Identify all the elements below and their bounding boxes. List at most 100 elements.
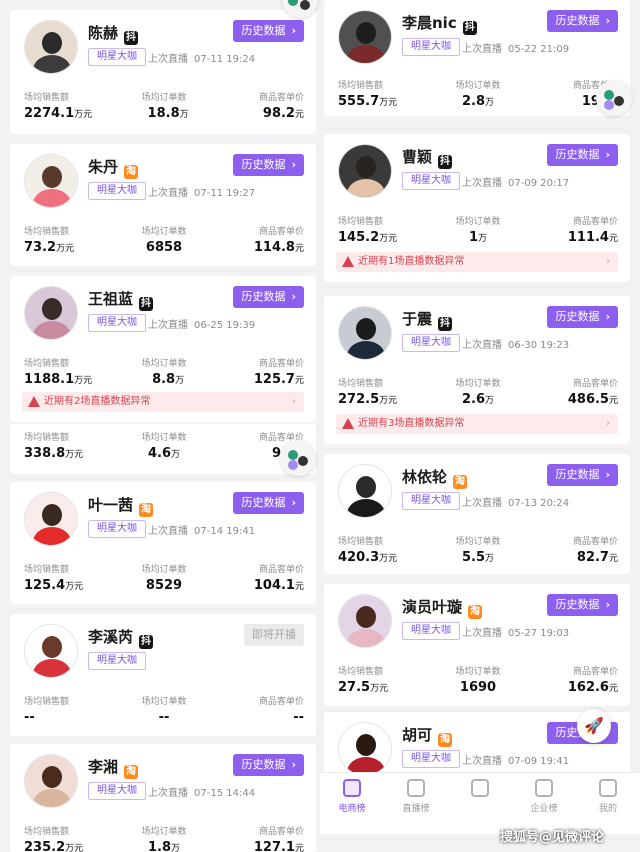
avg-price-number: 111.4 bbox=[567, 230, 609, 245]
category-badge: 明星大咖 bbox=[88, 182, 146, 200]
chevron-right-icon: › bbox=[605, 310, 610, 323]
streamer-card[interactable]: 林依轮淘明星大咖 上次直播 07-13 20:24 历史数据 › 场均销售额 场均订单数 商品… bbox=[324, 454, 630, 574]
stat-labels: 场均销售额 场均订单数 商品客单价 bbox=[338, 214, 618, 227]
avatar-head bbox=[42, 298, 62, 320]
button-label: 历史数据 bbox=[241, 24, 286, 37]
warning-text: 近期有3场直播数据异常 bbox=[358, 418, 465, 429]
avg-sales-unit: 万元 bbox=[65, 450, 84, 460]
rocket-icon[interactable]: 🚀 bbox=[577, 709, 611, 743]
floating-widget-icon[interactable] bbox=[280, 440, 316, 476]
stat-label: 商品客单价 bbox=[572, 667, 618, 677]
avg-price-unit: 元 bbox=[608, 396, 618, 406]
avg-orders-unit: 万 bbox=[485, 98, 495, 108]
streamer-card[interactable]: 李晨nic 抖明星大咖 上次直播 05-22 21:09 历史数据 › 场均销售额 场均订单数… bbox=[324, 0, 630, 116]
douyin-icon: 抖 bbox=[139, 635, 154, 649]
avatar bbox=[338, 594, 392, 648]
stat-values: 555.7万元2.8万197元 bbox=[338, 94, 618, 109]
last-live-label: 上次直播 bbox=[148, 188, 188, 199]
avg-orders-number: -- bbox=[158, 710, 170, 725]
nav-item-video[interactable] bbox=[448, 773, 512, 834]
history-data-button[interactable]: 历史数据 › bbox=[233, 154, 304, 176]
last-live-label: 上次直播 bbox=[462, 628, 502, 639]
avg-sales-number: 555.7 bbox=[338, 94, 380, 109]
history-data-button[interactable]: 历史数据 › bbox=[547, 464, 618, 486]
avg-price-number: 486.5 bbox=[567, 392, 609, 407]
avg-price-unit: 元 bbox=[608, 234, 618, 244]
last-live-value: 07-13 20:24 bbox=[508, 498, 570, 509]
avg-sales-unit: 万元 bbox=[379, 396, 398, 406]
last-live-value: 07-11 19:27 bbox=[194, 188, 256, 199]
avg-orders-unit: 万 bbox=[171, 844, 181, 852]
stat-labels: 场均销售额 场均订单数 商品客单价 bbox=[338, 376, 618, 389]
avg-sales-unit: 万元 bbox=[370, 684, 389, 694]
stat-label: 场均销售额 bbox=[24, 565, 70, 575]
history-data-button[interactable]: 历史数据 › bbox=[233, 492, 304, 514]
avg-orders-number: 6858 bbox=[145, 240, 183, 255]
streamer-card[interactable]: 王祖蓝抖明星大咖 上次直播 06-25 19:39 历史数据 › 场均销售额 场均订单数 商品… bbox=[10, 276, 316, 422]
floating-widget-icon[interactable] bbox=[596, 80, 632, 116]
nav-item-profile[interactable]: 我的 bbox=[576, 773, 640, 834]
user-icon bbox=[599, 779, 617, 797]
avg-price-number: 82.7 bbox=[576, 550, 609, 565]
streamer-card[interactable]: 于震抖明星大咖 上次直播 06-30 19:23 历史数据 › 场均销售额 场均订单数 商品客… bbox=[324, 296, 630, 444]
last-live-time: 上次直播 05-27 19:03 bbox=[462, 624, 569, 639]
category-badge: 明星大咖 bbox=[402, 172, 460, 190]
last-live-value: 05-27 19:03 bbox=[508, 628, 570, 639]
nav-item-enterprise[interactable]: 企业榜 bbox=[512, 773, 576, 834]
streamer-card[interactable]: 演员叶璇淘明星大咖 上次直播 05-27 19:03 历史数据 › 场均销售额 场均订单数 商… bbox=[324, 584, 630, 706]
streamer-name-text: 林依轮 bbox=[402, 468, 448, 486]
data-anomaly-warning[interactable]: 近期有2场直播数据异常 › bbox=[22, 392, 304, 412]
avg-orders: 6858 bbox=[134, 240, 194, 255]
last-live-label: 上次直播 bbox=[462, 756, 502, 767]
streamer-card[interactable]: 曹颖抖明星大咖 上次直播 07-09 20:17 历史数据 › 场均销售额 场均订单数 商品客… bbox=[324, 134, 630, 282]
douyin-icon: 抖 bbox=[462, 21, 477, 35]
last-live-label: 上次直播 bbox=[462, 178, 502, 189]
last-live-time: 上次直播 07-09 20:17 bbox=[462, 174, 569, 189]
streamer-name-text: 朱丹 bbox=[88, 158, 119, 176]
history-data-button[interactable]: 历史数据 › bbox=[233, 754, 304, 776]
button-label: 即将开播 bbox=[252, 628, 296, 641]
avg-sales-number: 1188.1 bbox=[24, 372, 75, 387]
data-anomaly-warning[interactable]: 近期有1场直播数据异常 › bbox=[336, 252, 618, 272]
streamer-card[interactable]: 朱丹淘明星大咖 上次直播 07-11 19:27 历史数据 › 场均销售额 场均订单数 商品客… bbox=[10, 144, 316, 266]
history-data-button[interactable]: 历史数据 › bbox=[233, 286, 304, 308]
avg-orders-number: 2.6 bbox=[461, 392, 485, 407]
stat-label: 商品客单价 bbox=[572, 379, 618, 389]
stat-labels: 场均销售额 场均订单数 商品客单价 bbox=[24, 562, 304, 575]
history-data-button[interactable]: 历史数据 › bbox=[547, 10, 618, 32]
streamer-name: 于震抖 bbox=[402, 308, 453, 331]
streamer-card[interactable]: 叶一茜淘明星大咖 上次直播 07-14 19:41 历史数据 › 场均销售额 场均订单数 商品… bbox=[10, 482, 316, 604]
avg-sales: -- bbox=[24, 710, 84, 725]
avg-price-number: 162.6 bbox=[567, 680, 609, 695]
nav-item-ecommerce[interactable]: 电商榜 bbox=[320, 773, 384, 834]
upcoming-live-button[interactable]: 即将开播 bbox=[244, 624, 304, 646]
stat-label: 场均订单数 bbox=[455, 379, 501, 389]
avg-sales-number: 2274.1 bbox=[24, 106, 75, 121]
last-live-time: 上次直播 07-15 14:44 bbox=[148, 784, 255, 799]
avg-orders-unit: 万 bbox=[485, 554, 495, 564]
avg-sales: 2274.1万元 bbox=[24, 106, 92, 121]
warning-text: 近期有1场直播数据异常 bbox=[358, 256, 465, 267]
stat-label: 场均销售额 bbox=[338, 81, 384, 91]
streamer-card[interactable]: 李溪芮抖明星大咖 即将开播 场均销售额 场均订单数 商品客单价 -- -- -- bbox=[10, 614, 316, 736]
avg-sales-number: -- bbox=[24, 710, 35, 725]
history-data-button[interactable]: 历史数据 › bbox=[233, 20, 304, 42]
streamer-name: 李湘淘 bbox=[88, 756, 139, 779]
stat-label: 场均订单数 bbox=[455, 537, 501, 547]
streamer-card[interactable]: 陈赫抖明星大咖 上次直播 07-11 19:24 历史数据 › 场均销售额 场均订单数 商品客… bbox=[10, 10, 316, 134]
streamer-card[interactable]: 场均销售额场均订单数商品客单价338.8万元4.6万94.元 bbox=[10, 424, 316, 474]
history-data-button[interactable]: 历史数据 › bbox=[547, 144, 618, 166]
last-live-time: 上次直播 07-11 19:24 bbox=[148, 50, 255, 65]
stat-label: 场均订单数 bbox=[141, 565, 187, 575]
stat-labels: 场均销售额 场均订单数 商品客单价 bbox=[24, 356, 304, 369]
stat-label: 场均订单数 bbox=[455, 217, 501, 227]
history-data-button[interactable]: 历史数据 › bbox=[547, 306, 618, 328]
category-badge: 明星大咖 bbox=[402, 38, 460, 56]
data-anomaly-warning[interactable]: 近期有3场直播数据异常 › bbox=[336, 414, 618, 434]
last-live-label: 上次直播 bbox=[462, 340, 502, 351]
history-data-button[interactable]: 历史数据 › bbox=[547, 594, 618, 616]
nav-item-live[interactable]: 直播榜 bbox=[384, 773, 448, 834]
streamer-card[interactable]: 李湘淘明星大咖 上次直播 07-15 14:44 历史数据 › 场均销售额 场均订单数 商品客… bbox=[10, 744, 316, 852]
avatar-head bbox=[356, 156, 376, 178]
avg-sales: 235.2万元 bbox=[24, 840, 84, 852]
